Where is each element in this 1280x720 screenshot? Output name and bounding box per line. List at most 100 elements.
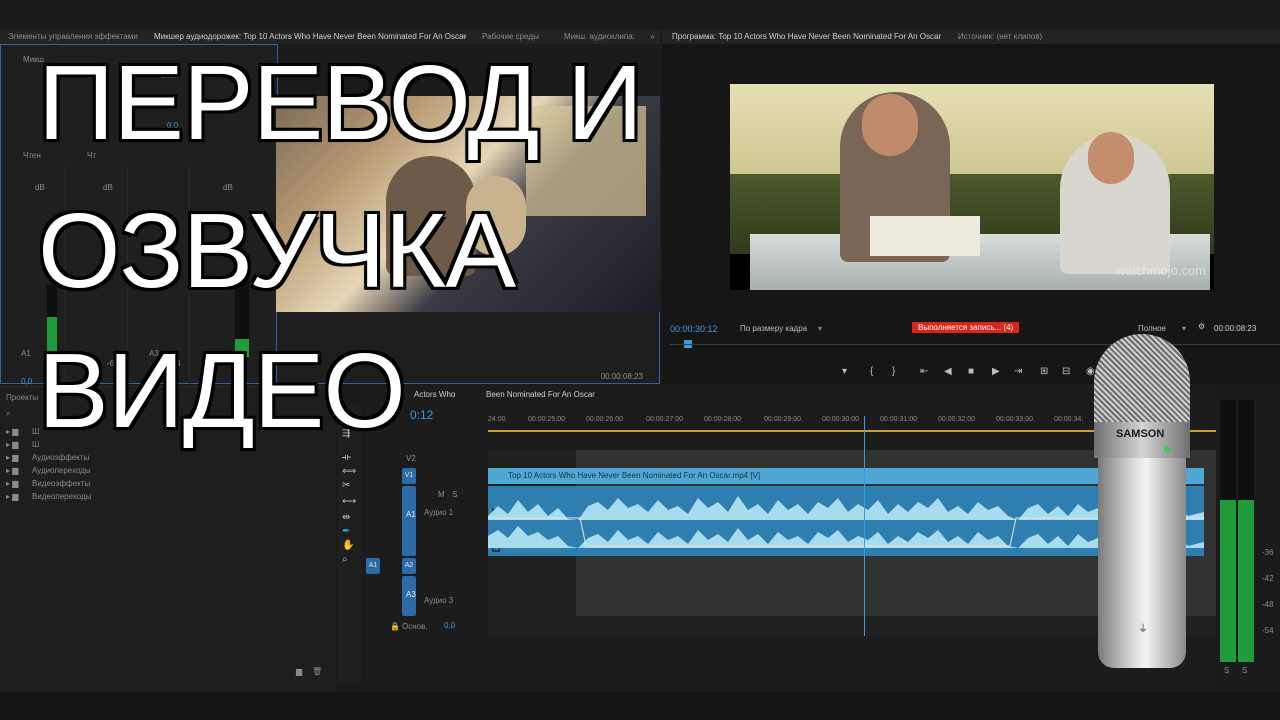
folder-icon: ▸ ▆ <box>6 440 19 449</box>
tab-program[interactable]: Программа: Top 10 Actors Who Have Never … <box>668 30 945 44</box>
pen-icon[interactable]: ✒ <box>342 526 350 537</box>
track-a2-target[interactable]: A2 <box>402 558 416 574</box>
rolling-edit-icon[interactable]: ⟺ <box>342 466 356 477</box>
overflow-icon[interactable]: » <box>650 30 654 44</box>
fit-dropdown[interactable]: По размеру кадра <box>740 324 807 333</box>
solo-left-button[interactable]: S <box>1224 666 1229 675</box>
watermark: watchmojo.com <box>1115 263 1206 278</box>
solo-right-button[interactable]: S <box>1242 666 1247 675</box>
wrench-icon[interactable]: ⚙ <box>1198 322 1205 331</box>
db-mark: -54 <box>1262 626 1274 635</box>
ruler-tick: 24:00 <box>488 416 506 423</box>
db-label: dB <box>223 183 233 192</box>
folder-icon: ▸ ▆ <box>6 479 19 488</box>
quality-dropdown[interactable]: Полное <box>1138 324 1166 333</box>
list-item[interactable]: Видеоэффекты <box>32 479 90 488</box>
tab-workspaces[interactable]: Рабочие среды <box>478 30 543 44</box>
list-item[interactable]: Аудиоэффекты <box>32 453 89 462</box>
out-point-icon[interactable]: } <box>892 366 895 377</box>
program-timecode-left[interactable]: 00:00:30:12 <box>670 324 718 334</box>
track-a1-name: Аудио 1 <box>424 508 454 517</box>
timeline-tab-bar: Actors Who Been Nominated For An Oscar <box>364 388 1216 402</box>
menu-icon[interactable]: ≡ <box>462 30 467 44</box>
master-track-value[interactable]: 0,0 <box>444 621 455 630</box>
video-clip-label: Top 10 Actors Who Have Never Been Nomina… <box>508 471 761 480</box>
in-point-icon[interactable]: { <box>870 366 873 377</box>
title-line-3: ВИДЕО <box>37 332 408 450</box>
track-a1-label: A1 <box>406 510 416 519</box>
go-to-in-icon[interactable]: ⇤ <box>920 366 928 377</box>
track-a3-name: Аудио 3 <box>424 596 454 605</box>
db-label: dB <box>35 183 45 192</box>
ruler-tick: 00:00:30:00 <box>822 416 859 423</box>
title-line-1: ПЕРЕВОД И <box>36 44 644 162</box>
ruler-tick: 00:00:34: <box>1054 416 1084 423</box>
chevron-down-icon[interactable]: ▾ <box>1182 324 1186 333</box>
ruler-tick: 00:00:26:00 <box>586 416 623 423</box>
stop-icon[interactable]: ■ <box>968 366 974 377</box>
slide-icon[interactable]: ⇹ <box>342 512 350 523</box>
step-forward-icon[interactable]: ▶ <box>992 366 1000 377</box>
playhead-line[interactable] <box>864 416 865 636</box>
track-v2-label: V2 <box>406 454 416 463</box>
usb-icon: ⏚ <box>1138 624 1148 635</box>
zoom-icon[interactable]: ⌕ <box>342 554 348 565</box>
top-tab-bar-right: Программа: Top 10 Actors Who Have Never … <box>662 30 1280 44</box>
folder-icon: ▸ ▆ <box>6 466 19 475</box>
track-a1-target[interactable] <box>402 486 416 556</box>
go-to-out-icon[interactable]: ⇥ <box>1014 366 1022 377</box>
insert-icon[interactable]: ⊞ <box>1040 366 1048 377</box>
top-tab-bar-left: Элементы управления эффектами Микшер ауд… <box>0 30 660 44</box>
step-back-icon[interactable]: ◀ <box>944 366 952 377</box>
ruler-tick: 00:00:27:00 <box>646 416 683 423</box>
db-mark: -48 <box>1262 600 1274 609</box>
track-v1-target[interactable]: V1 <box>402 468 416 484</box>
list-item[interactable]: Аудиопереходы <box>32 466 91 475</box>
chevron-down-icon[interactable]: ▾ <box>818 324 822 333</box>
recording-status: Выполняется запись... (4) <box>912 322 1020 333</box>
source-a1-patch[interactable]: A1 <box>366 558 380 574</box>
title-line-2: ОЗВУЧКА <box>36 192 517 310</box>
lock-icon[interactable]: 🔒 <box>390 622 400 631</box>
strip-value: 0,0 <box>21 377 33 386</box>
master-meter-panel: -36 -42 -48 -54 S S <box>1216 386 1280 692</box>
tab-source[interactable]: Источник: (нет клипов) <box>954 30 1046 44</box>
track-headers: V2 V1 A1 Аудио 1 M S A1 A2 A3 Аудио 3 🔒 … <box>364 450 488 640</box>
tab-sequence-rest[interactable]: Been Nominated For An Oscar <box>482 388 599 402</box>
program-video-frame: watchmojo.com <box>730 84 1214 290</box>
ruler-tick: 00:00:29:00 <box>764 416 801 423</box>
master-meter-right <box>1238 400 1254 662</box>
meter-fill <box>1238 499 1254 662</box>
project-tab-label[interactable]: Проекты <box>6 393 38 402</box>
status-bar <box>0 692 1280 720</box>
marker-icon[interactable]: ▾ <box>842 366 847 377</box>
ruler-tick: 00:00:25:00 <box>528 416 565 423</box>
overwrite-icon[interactable]: ⊟ <box>1062 366 1070 377</box>
tab-effects-control[interactable]: Элементы управления эффектами <box>4 30 142 44</box>
razor-icon[interactable]: ✂ <box>342 480 350 491</box>
ripple-edit-icon[interactable]: ⟛ <box>342 452 351 463</box>
mic-band: SAMSON <box>1094 422 1190 458</box>
folder-icon: ▸ ▆ <box>6 427 19 436</box>
mute-button[interactable]: M <box>438 490 445 499</box>
hand-icon[interactable]: ✋ <box>342 540 354 551</box>
paper-stack <box>870 216 980 256</box>
db-mark: -36 <box>1262 548 1274 557</box>
ruler-tick: 00:00:28:00 <box>704 416 741 423</box>
ruler-tick: 00:00:33:00 <box>996 416 1033 423</box>
tab-sequence[interactable]: Actors Who <box>410 388 459 402</box>
list-item[interactable]: Видеопереходы <box>32 492 91 501</box>
timeline-current-time[interactable]: 0:12 <box>410 408 433 422</box>
solo-button[interactable]: S <box>452 490 457 499</box>
search-icon[interactable]: ⌕ <box>6 409 10 419</box>
timeline-panel: Actors Who Been Nominated For An Oscar 0… <box>364 386 1216 692</box>
mic-brand: SAMSON <box>1116 428 1165 440</box>
trash-icon[interactable]: 🗑 <box>312 667 322 676</box>
slip-icon[interactable]: ⟷ <box>342 496 356 507</box>
menu-icon[interactable]: ≡ <box>934 30 939 44</box>
mic-led <box>1164 446 1170 452</box>
tab-audio-mixer[interactable]: Микшер аудиодорожек: Top 10 Actors Who H… <box>150 30 470 44</box>
actor-left-face <box>862 94 918 156</box>
new-folder-icon[interactable]: ▆ <box>296 667 302 676</box>
tab-clip-mixer[interactable]: Микш. аудиоклипа: <box>560 30 639 44</box>
